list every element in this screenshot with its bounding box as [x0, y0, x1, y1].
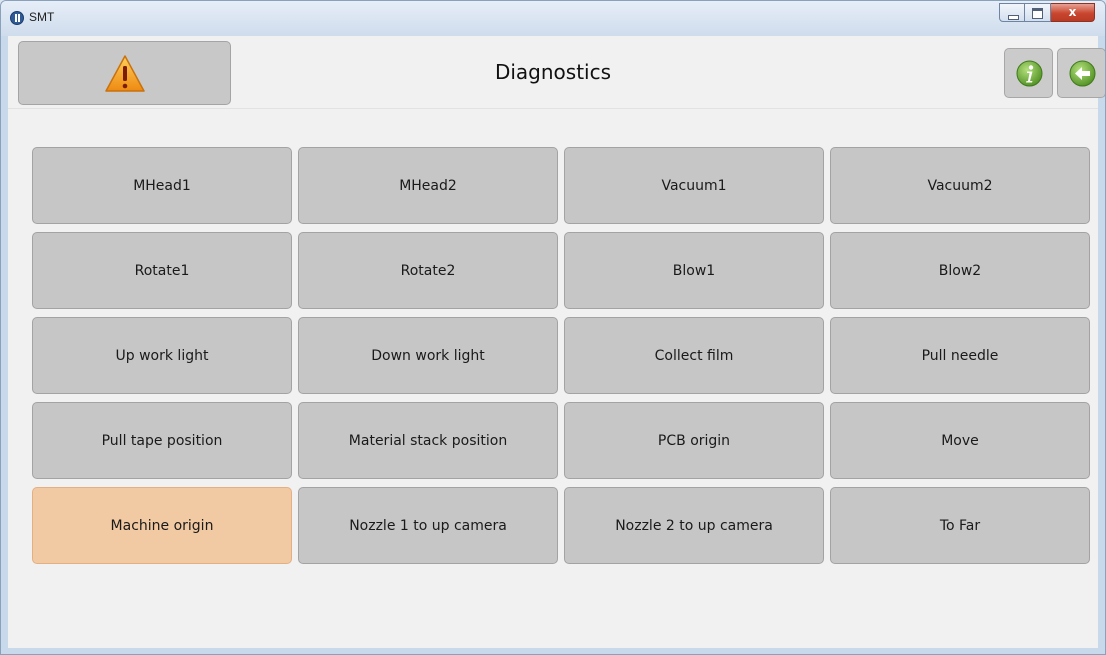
diagnostic-button-down-work-light[interactable]: Down work light [298, 317, 558, 394]
diagnostic-button-blow1[interactable]: Blow1 [564, 232, 824, 309]
diagnostic-button-material-stack-position[interactable]: Material stack position [298, 402, 558, 479]
diagnostic-button-rotate2[interactable]: Rotate2 [298, 232, 558, 309]
diagnostic-button-mhead2[interactable]: MHead2 [298, 147, 558, 224]
info-icon [1016, 60, 1043, 87]
diagnostic-button-nozzle-1-to-up-camera[interactable]: Nozzle 1 to up camera [298, 487, 558, 564]
app-icon [10, 11, 24, 25]
warning-button[interactable] [18, 41, 231, 105]
maximize-button[interactable] [1025, 3, 1051, 22]
diagnostic-button-pull-needle[interactable]: Pull needle [830, 317, 1090, 394]
diagnostic-button-rotate1[interactable]: Rotate1 [32, 232, 292, 309]
diagnostic-button-collect-film[interactable]: Collect film [564, 317, 824, 394]
close-button[interactable]: x [1051, 3, 1095, 22]
diagnostics-grid: MHead1 MHead2 Vacuum1 Vacuum2 Rotate1 Rotate2… [32, 147, 1090, 564]
back-arrow-icon [1069, 60, 1096, 87]
diagnostic-button-machine-origin[interactable]: Machine origin [32, 487, 292, 564]
window-title: SMT [29, 10, 55, 24]
back-button[interactable] [1057, 48, 1105, 98]
diagnostic-button-to-far[interactable]: To Far [830, 487, 1090, 564]
diagnostic-button-nozzle-2-to-up-camera[interactable]: Nozzle 2 to up camera [564, 487, 824, 564]
warning-icon [105, 55, 145, 92]
diagnostic-button-up-work-light[interactable]: Up work light [32, 317, 292, 394]
diagnostic-button-vacuum1[interactable]: Vacuum1 [564, 147, 824, 224]
diagnostic-button-blow2[interactable]: Blow2 [830, 232, 1090, 309]
window-controls: x [999, 3, 1095, 22]
info-button[interactable] [1004, 48, 1053, 98]
diagnostic-button-mhead1[interactable]: MHead1 [32, 147, 292, 224]
diagnostic-button-move[interactable]: Move [830, 402, 1090, 479]
diagnostic-button-pcb-origin[interactable]: PCB origin [564, 402, 824, 479]
diagnostic-button-vacuum2[interactable]: Vacuum2 [830, 147, 1090, 224]
title-bar[interactable]: SMT x [1, 1, 1105, 36]
client-area: Diagnostics MHead1 MHead2 Vacuum1 Vacuum… [8, 36, 1105, 648]
app-window: SMT x Diagnostics MHead1 MHead2 Vacuum1 … [0, 0, 1106, 655]
close-icon: x [1068, 5, 1077, 19]
minimize-button[interactable] [999, 3, 1025, 22]
diagnostic-button-pull-tape-position[interactable]: Pull tape position [32, 402, 292, 479]
header: Diagnostics [8, 36, 1105, 109]
